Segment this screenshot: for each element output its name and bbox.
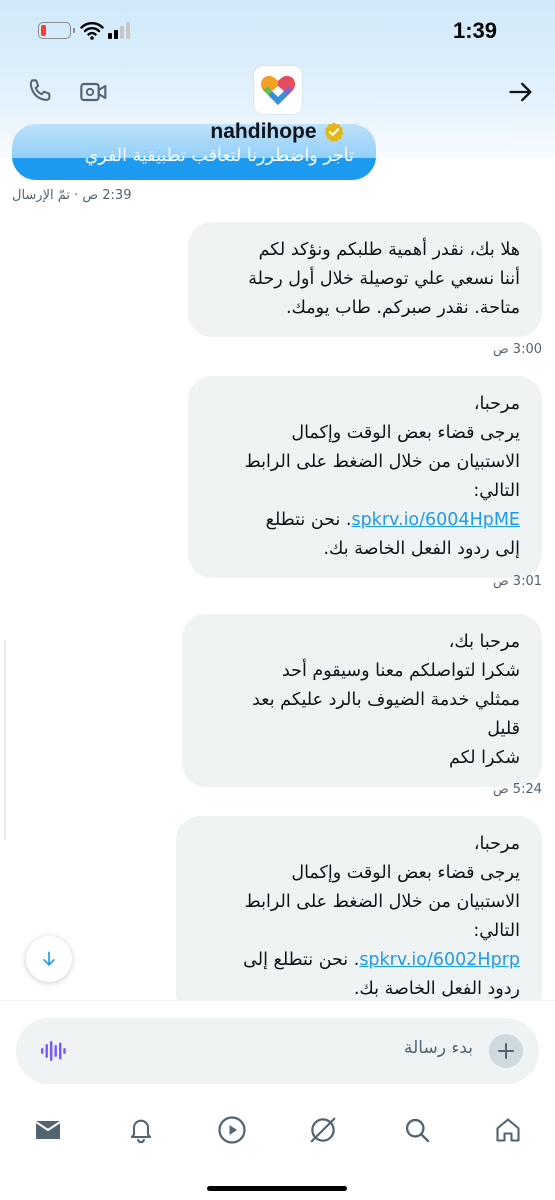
bottom-tab-bar: [0, 1100, 555, 1200]
message-link-line: spkrv.io/6002Hprp. نحن نتطلع إلى: [198, 946, 520, 975]
play-icon: [218, 1116, 246, 1144]
message-text: يرجى قضاء بعض الوقت وإكمال: [291, 863, 520, 883]
search-icon: [405, 1118, 430, 1143]
message-text: التالي:: [473, 921, 520, 941]
arrow-down-icon: [43, 951, 55, 966]
status-time: 1:39: [452, 18, 497, 43]
message-timestamp: 5:24 ص: [492, 782, 542, 797]
message-text: شكرا لكم: [448, 748, 520, 768]
message-text: . نحن نتطلع إلى: [243, 950, 360, 970]
message-timestamp: 2:39 ص · تمّ الإرسال: [12, 188, 132, 203]
message-text: مرحبا،: [473, 394, 520, 414]
tab-notifications[interactable]: [121, 1110, 161, 1150]
cellular-signal-icon: [108, 22, 130, 39]
message-text: الاستبيان من خلال الضغط على الرابط: [244, 452, 520, 472]
heart-logo-icon: [260, 75, 296, 105]
video-icon[interactable]: [78, 76, 110, 112]
message-text: ردود الفعل الخاصة بك.: [353, 979, 520, 999]
message-text: مرحبا،: [473, 834, 520, 854]
message-text: إلى ردود الفعل الخاصة بك.: [323, 539, 520, 559]
message-link-line: spkrv.io/6004HpME. نحن نتطلع: [210, 506, 520, 535]
tab-search[interactable]: [397, 1110, 437, 1150]
message-text: ممثلي خدمة الضيوف بالرد عليكم بعد: [252, 690, 520, 710]
add-attachment-button[interactable]: [489, 1034, 523, 1068]
bell-icon: [130, 1119, 152, 1144]
phone-icon[interactable]: [24, 76, 56, 112]
scroll-indicator: [4, 640, 6, 840]
message-text: متاحة. نقدر صبركم. طاب يومك.: [285, 298, 520, 318]
voice-message-icon[interactable]: [40, 1039, 66, 1063]
tab-home[interactable]: [488, 1110, 528, 1150]
message-composer[interactable]: بدء رسالة: [16, 1018, 539, 1084]
survey-link[interactable]: spkrv.io/6002Hprp: [359, 950, 520, 970]
tab-video[interactable]: [212, 1110, 252, 1150]
message-timestamp: 3:00 ص: [492, 342, 542, 357]
wifi-icon: [80, 22, 104, 40]
incoming-message[interactable]: مرحبا، يرجى قضاء بعض الوقت وإكمال الاستب…: [188, 376, 542, 578]
message-text: قليل: [487, 719, 520, 739]
message-text: أننا نسعي علي توصيلة خلال أول رحلة: [248, 269, 520, 289]
tab-grok[interactable]: [303, 1110, 343, 1150]
status-bar: 1:39: [0, 0, 555, 62]
message-input[interactable]: بدء رسالة: [404, 1038, 473, 1058]
incoming-message[interactable]: مرحبا، يرجى قضاء بعض الوقت وإكمال الاستب…: [176, 816, 542, 1000]
tab-messages[interactable]: [28, 1110, 68, 1150]
home-icon: [496, 1118, 520, 1142]
incoming-message[interactable]: مرحبا بك، شكرا لتواصلكم معنا وسيقوم أحد …: [182, 614, 542, 787]
verified-badge-icon: [324, 122, 344, 142]
grok-icon: [310, 1117, 336, 1143]
avatar[interactable]: [254, 66, 302, 114]
message-text: التالي:: [473, 481, 520, 501]
message-text: الاستبيان من خلال الضغط على الرابط: [244, 892, 520, 912]
message-text: شكرا لتواصلكم معنا وسيقوم أحد: [282, 661, 520, 681]
battery-icon: [38, 22, 75, 39]
message-timestamp: 3:01 ص: [492, 574, 542, 589]
contact-name: nahdihope: [210, 120, 317, 143]
message-text: يرجى قضاء بعض الوقت وإكمال: [291, 423, 520, 443]
message-text: . نحن نتطلع: [265, 510, 352, 530]
scroll-to-bottom-button[interactable]: [26, 936, 72, 982]
contact-name-row[interactable]: nahdihope: [0, 120, 555, 144]
back-arrow-icon[interactable]: [507, 78, 535, 110]
message-text: هلا بك، نقدر أهمية طلبكم ونؤكد لكم: [258, 240, 520, 260]
incoming-message[interactable]: هلا بك، نقدر أهمية طلبكم ونؤكد لكم أننا …: [188, 222, 542, 337]
home-indicator: [207, 1186, 347, 1191]
message-text: مرحبا بك،: [448, 632, 520, 652]
survey-link[interactable]: spkrv.io/6004HpME: [351, 510, 520, 530]
mail-icon: [35, 1121, 61, 1139]
plus-icon: [498, 1043, 514, 1059]
composer-area: بدء رسالة: [0, 1000, 555, 1100]
